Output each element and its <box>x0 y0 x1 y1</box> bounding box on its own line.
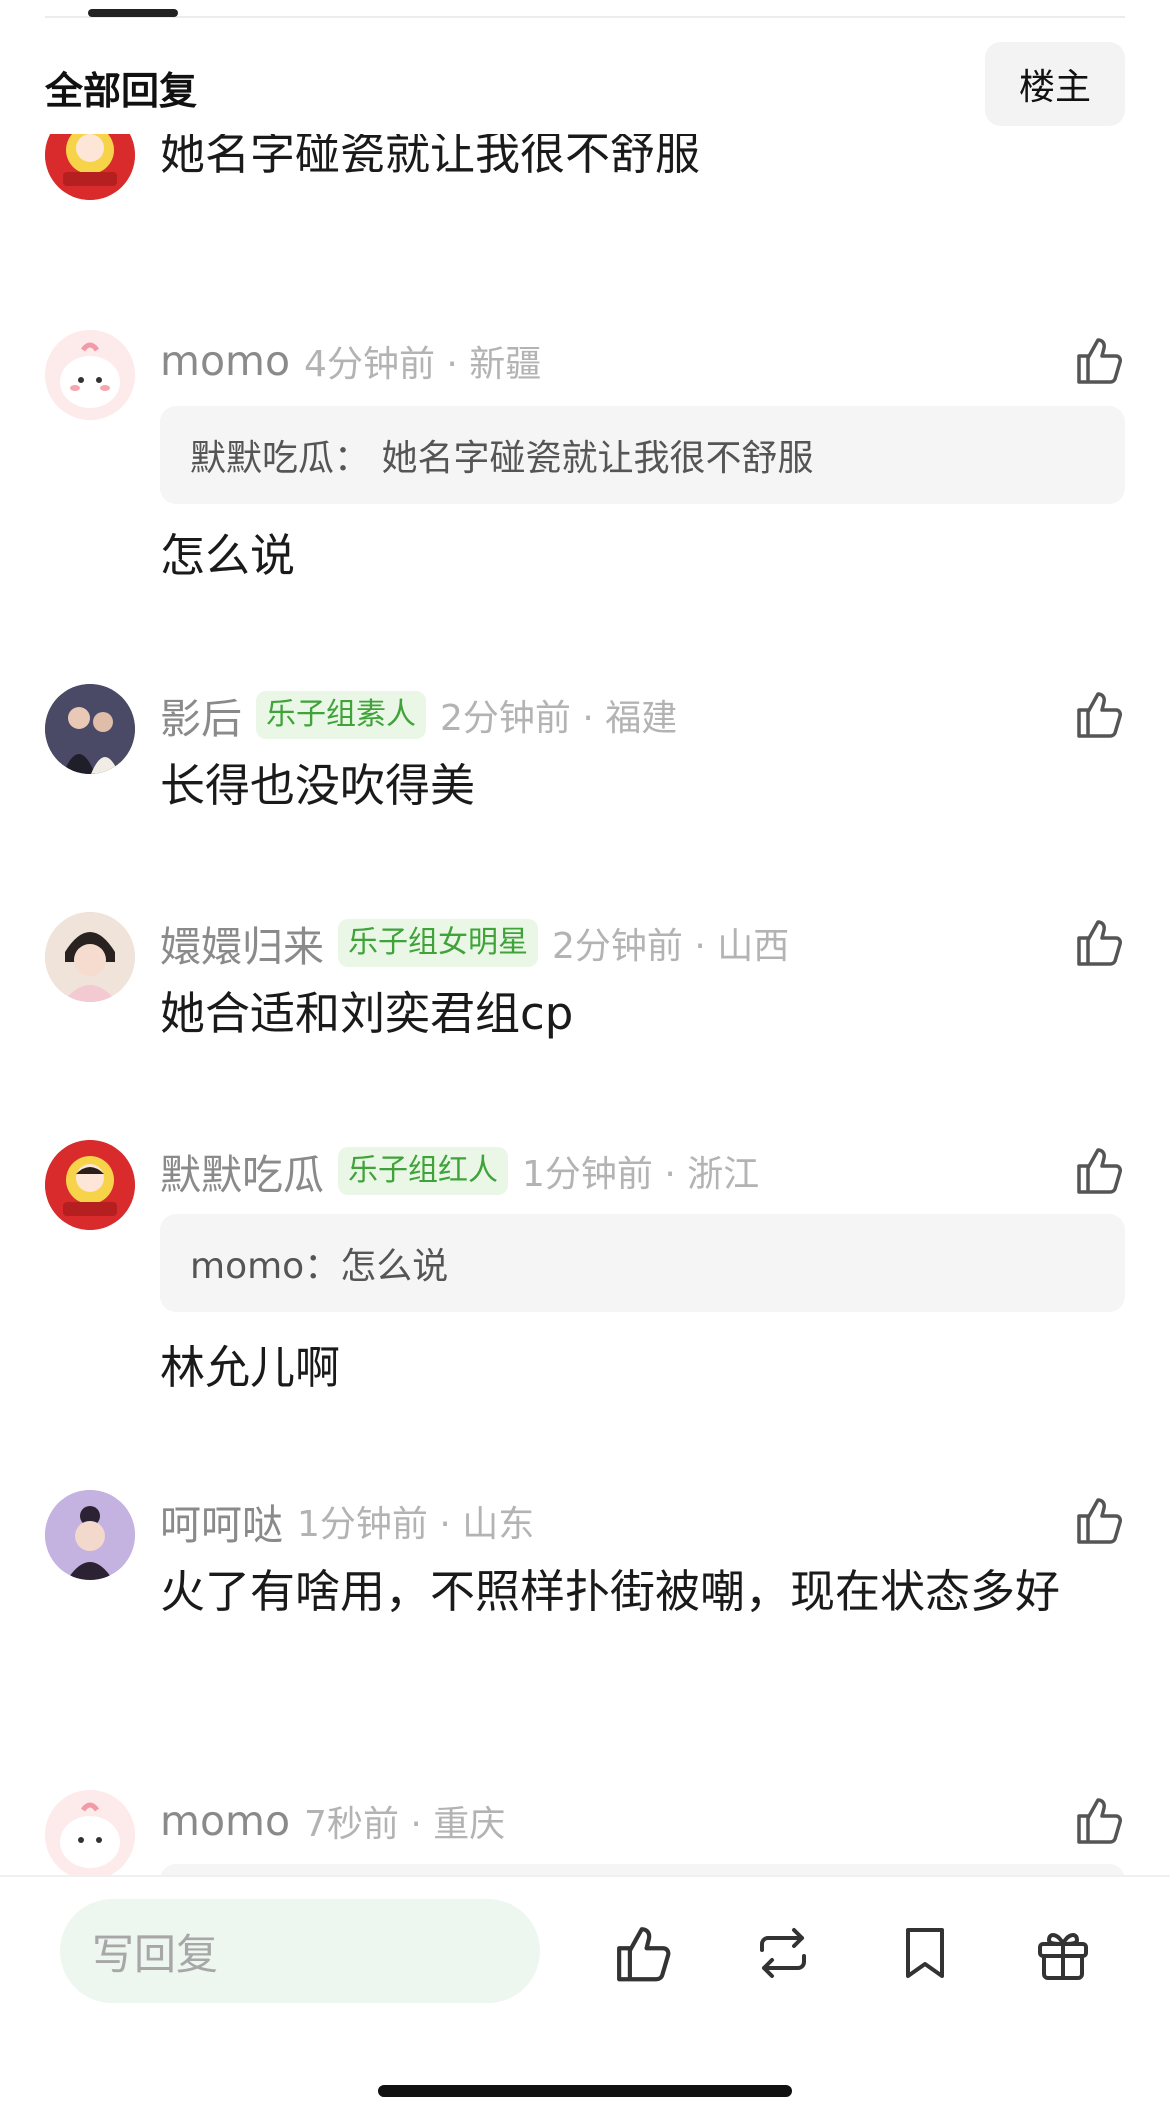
avatar[interactable] <box>45 1790 135 1875</box>
user-badge: 乐子组女明星 <box>338 919 538 967</box>
timestamp-location: 4分钟前 · 新疆 <box>304 344 542 385</box>
like-icon[interactable] <box>1073 916 1125 968</box>
comment-meta: 呵呵哒 1分钟前 · 山东 <box>160 1496 535 1549</box>
quoted-reply[interactable]: momo：怎么说 <box>160 1214 1125 1312</box>
comment-meta: 嬛嬛归来 乐子组女明星 2分钟前 · 山西 <box>160 918 790 971</box>
photo-avatar-icon <box>45 1490 135 1580</box>
comment-text: 长得也没吹得美 <box>160 759 476 812</box>
username[interactable]: 影后 <box>160 685 242 745</box>
username[interactable]: momo <box>160 337 290 385</box>
like-icon[interactable] <box>1073 688 1125 740</box>
avatar[interactable] <box>45 912 135 1002</box>
bookmark-icon[interactable] <box>894 1922 956 1984</box>
like-icon[interactable] <box>1073 1794 1125 1846</box>
home-indicator <box>378 2085 792 2097</box>
pink-blob-avatar-icon <box>45 330 135 420</box>
comment-text: 林允儿啊 <box>160 1341 341 1394</box>
comment-feed[interactable]: 她名字碰瓷就让我很不舒服 momo 4分钟前 · 新疆 默默吃瓜： 她名字碰瓷就… <box>0 0 1170 1875</box>
comment-meta: 默默吃瓜 乐子组红人 1分钟前 · 浙江 <box>160 1146 760 1199</box>
timestamp-location: 1分钟前 · 浙江 <box>522 1154 760 1195</box>
like-icon[interactable] <box>1073 1494 1125 1546</box>
username[interactable]: momo <box>160 1797 290 1845</box>
like-icon[interactable] <box>1073 1144 1125 1196</box>
username[interactable]: 呵呵哒 <box>160 1491 283 1551</box>
timestamp-location: 2分钟前 · 福建 <box>440 698 678 739</box>
avatar[interactable] <box>45 330 135 420</box>
owner-only-button[interactable]: 楼主 <box>985 42 1125 126</box>
quoted-reply[interactable]: 默默吃瓜： 她名字碰瓷就让我很不舒服 <box>160 406 1125 504</box>
photo-avatar-icon <box>45 684 135 774</box>
avatar[interactable] <box>45 1140 135 1230</box>
avatar[interactable] <box>45 684 135 774</box>
comment-meta: momo 7秒前 · 重庆 <box>160 1796 505 1846</box>
comment-meta: 影后 乐子组素人 2分钟前 · 福建 <box>160 690 678 743</box>
gift-icon[interactable] <box>1032 1922 1094 1984</box>
timestamp-location: 1分钟前 · 山东 <box>297 1504 535 1545</box>
timestamp-location: 7秒前 · 重庆 <box>304 1804 506 1845</box>
reply-input[interactable]: 写回复 <box>60 1899 540 2003</box>
comment-text: 怎么说 <box>160 529 296 582</box>
user-badge: 乐子组素人 <box>256 691 426 739</box>
like-icon[interactable] <box>1073 334 1125 386</box>
avatar[interactable] <box>45 1490 135 1580</box>
comment-text: 火了有啥用，不照样扑街被嘲，现在状态多好 <box>160 1565 1061 1618</box>
page-title: 全部回复 <box>45 69 198 113</box>
team-crest-icon <box>45 1140 135 1230</box>
username[interactable]: 嬛嬛归来 <box>160 913 324 973</box>
header: 全部回复 楼主 <box>0 38 1170 134</box>
comment-meta: momo 4分钟前 · 新疆 <box>160 336 541 386</box>
bottom-action-bar: 写回复 <box>0 1875 1170 2126</box>
user-badge: 乐子组红人 <box>338 1147 508 1195</box>
pink-blob-avatar-icon <box>45 1790 135 1875</box>
username[interactable]: 默默吃瓜 <box>160 1141 324 1201</box>
comment-text: 她合适和刘奕君组cp <box>160 987 574 1040</box>
quoted-reply[interactable] <box>160 1864 1125 1875</box>
repost-icon[interactable] <box>752 1922 814 1984</box>
photo-avatar-icon <box>45 912 135 1002</box>
timestamp-location: 2分钟前 · 山西 <box>552 926 790 967</box>
like-icon[interactable] <box>612 1922 674 1984</box>
